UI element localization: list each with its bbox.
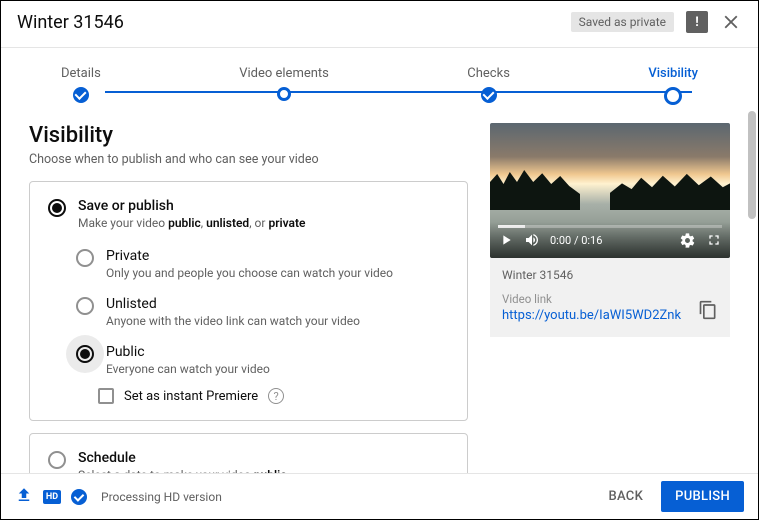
radio-icon[interactable] (76, 249, 94, 267)
option-desc: Anyone with the video link can watch you… (106, 314, 360, 328)
fullscreen-icon[interactable] (706, 232, 722, 248)
video-link-label: Video link (502, 292, 681, 306)
processing-text: Processing HD version (101, 490, 222, 504)
step-dot-current-icon (664, 87, 682, 105)
content-area: Visibility Choose when to publish and wh… (1, 105, 758, 499)
step-video-elements[interactable]: Video elements (239, 66, 329, 105)
step-visibility[interactable]: Visibility (648, 66, 698, 105)
option-title: Unlisted (106, 296, 360, 312)
radio-icon[interactable] (48, 451, 66, 469)
instant-premiere-row: Set as instant Premiere ? (98, 388, 449, 404)
radio-icon[interactable] (76, 345, 94, 363)
volume-icon[interactable] (524, 232, 540, 248)
header-actions: Saved as private ! (571, 11, 742, 33)
visibility-suboptions: Private Only you and people you choose c… (68, 240, 449, 404)
video-title: Winter 31546 (17, 12, 124, 33)
play-icon[interactable] (498, 232, 514, 248)
header-divider (1, 47, 758, 48)
scrollbar[interactable] (748, 111, 756, 219)
meta-video-title: Winter 31546 (502, 268, 718, 282)
desc-text: Make your video (78, 216, 168, 230)
upload-icon (15, 486, 33, 508)
option-title: Private (106, 248, 393, 264)
step-dot-icon (277, 87, 291, 101)
help-icon[interactable]: ? (268, 388, 284, 404)
step-label: Details (61, 66, 101, 81)
save-or-publish-option[interactable]: Save or publish Make your video public, … (48, 198, 449, 230)
copy-icon[interactable] (698, 300, 718, 323)
save-or-publish-card: Save or publish Make your video public, … (29, 181, 468, 421)
stepper: Details Video elements Checks Visibility (61, 66, 698, 105)
step-dot-check-icon (481, 87, 497, 103)
video-preview[interactable]: 0:00 / 0:16 (490, 123, 730, 258)
radio-icon[interactable] (76, 297, 94, 315)
video-meta-panel: Winter 31546 Video link https://youtu.be… (490, 258, 730, 337)
close-icon[interactable] (720, 11, 742, 33)
footer-status: HD Processing HD version (15, 486, 222, 508)
settings-icon[interactable] (679, 232, 696, 249)
step-dot-check-icon (73, 87, 89, 103)
hd-badge-icon: HD (43, 490, 61, 504)
desc-bold: public (168, 216, 201, 230)
dialog-header: Winter 31546 Saved as private ! (1, 1, 758, 47)
save-status-badge: Saved as private (571, 12, 674, 32)
video-time: 0:00 / 0:16 (550, 234, 602, 247)
left-column: Visibility Choose when to publish and wh… (29, 123, 468, 499)
back-button[interactable]: BACK (594, 481, 657, 512)
desc-text: , or (249, 216, 268, 230)
video-link[interactable]: https://youtu.be/IaWI5WD2Znk (502, 308, 681, 323)
dialog-footer: HD Processing HD version BACK PUBLISH (1, 473, 758, 519)
publish-button[interactable]: PUBLISH (661, 481, 744, 512)
step-label: Video elements (239, 66, 329, 81)
step-details[interactable]: Details (61, 66, 101, 105)
step-label: Visibility (648, 66, 698, 81)
thumbnail-art (490, 168, 730, 210)
check-circle-icon (71, 489, 87, 505)
section-subtitle: Choose when to publish and who can see y… (29, 152, 468, 167)
step-label: Checks (467, 66, 510, 81)
option-desc: Everyone can watch your video (106, 362, 270, 376)
premiere-label: Set as instant Premiere (124, 389, 258, 404)
right-column: 0:00 / 0:16 Winter 31546 Video link http… (490, 123, 730, 499)
feedback-icon[interactable]: ! (686, 11, 708, 33)
visibility-private-option[interactable]: Private Only you and people you choose c… (68, 240, 449, 288)
radio-icon[interactable] (48, 199, 66, 217)
desc-bold: private (268, 216, 305, 230)
video-controls: 0:00 / 0:16 (490, 222, 730, 258)
option-title: Public (106, 344, 270, 360)
section-title: Visibility (29, 123, 468, 148)
visibility-unlisted-option[interactable]: Unlisted Anyone with the video link can … (68, 288, 449, 336)
step-checks[interactable]: Checks (467, 66, 510, 105)
option-title: Save or publish (78, 198, 305, 214)
visibility-public-option[interactable]: Public Everyone can watch your video (68, 336, 449, 384)
option-title: Schedule (78, 450, 286, 466)
option-desc: Only you and people you choose can watch… (106, 266, 393, 280)
option-desc: Make your video public, unlisted, or pri… (78, 216, 305, 230)
desc-bold: unlisted (206, 216, 249, 230)
premiere-checkbox[interactable] (98, 388, 114, 404)
